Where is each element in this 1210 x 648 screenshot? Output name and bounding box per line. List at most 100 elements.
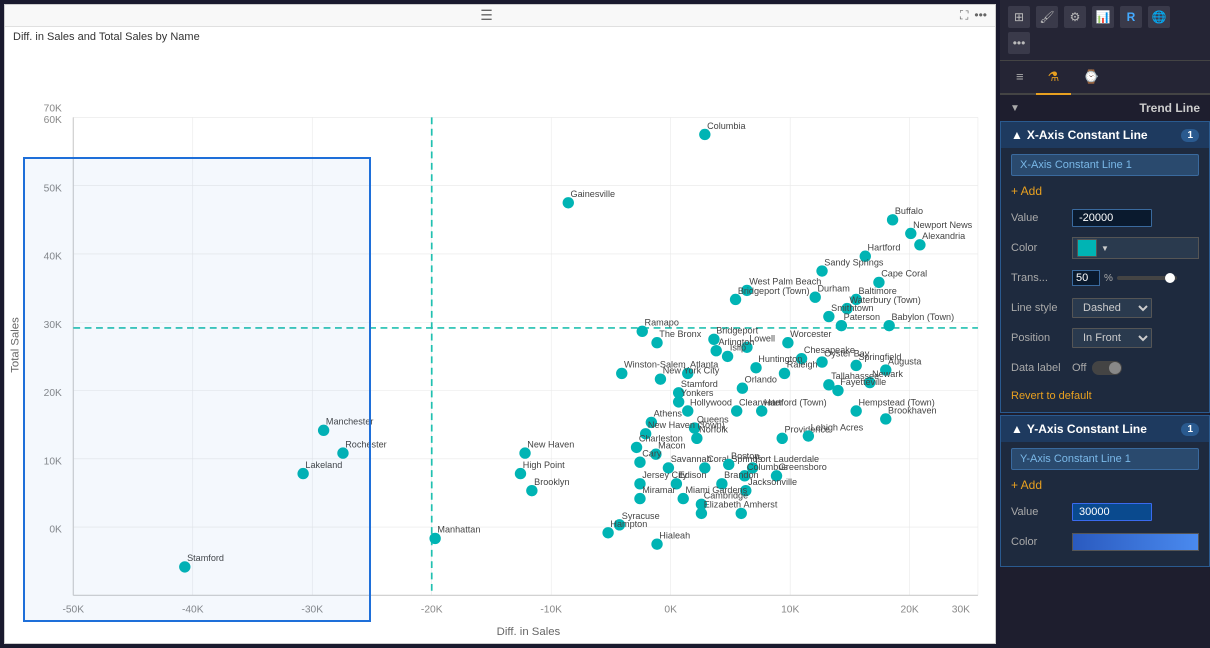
svg-text:Fayetteville: Fayetteville (840, 377, 886, 387)
svg-text:Sandy Springs: Sandy Springs (824, 257, 884, 267)
x-axis-header[interactable]: ▲ X-Axis Constant Line 1 (1001, 122, 1209, 148)
y-axis-body: Y-Axis Constant Line 1 + Add Value Color (1001, 442, 1209, 566)
x-add-button[interactable]: + Add (1011, 182, 1042, 200)
y-color-swatch-wrapper (1072, 533, 1199, 551)
svg-text:Manchester: Manchester (326, 417, 374, 427)
svg-text:Worcester: Worcester (790, 329, 831, 339)
position-wrapper: In Front Behind (1072, 328, 1199, 348)
filter-icon[interactable]: ⚙ (1064, 6, 1086, 28)
tab-analytics[interactable]: ⚗ (1036, 61, 1072, 95)
y-color-swatch[interactable] (1072, 533, 1199, 551)
svg-text:0K: 0K (664, 604, 677, 615)
svg-text:Diff. in Sales: Diff. in Sales (497, 626, 561, 638)
transparency-row: Trans... % (1011, 266, 1199, 290)
x-line-name-button[interactable]: X-Axis Constant Line 1 (1011, 154, 1199, 176)
panel-tabs: ≡ ⚗ ⌚ (1000, 61, 1210, 95)
y-chevron-up-icon: ▲ (1011, 422, 1023, 436)
svg-text:0K: 0K (49, 525, 62, 536)
color-value-wrapper: ▼ (1072, 237, 1199, 259)
svg-text:Islip: Islip (730, 343, 746, 353)
svg-text:Brooklyn: Brooklyn (534, 477, 569, 487)
svg-text:Rochester: Rochester (345, 439, 386, 449)
chart-title: Diff. in Sales and Total Sales by Name (5, 27, 995, 47)
chevron-up-icon: ▲ (1011, 128, 1023, 142)
svg-text:Lakeland: Lakeland (305, 460, 342, 470)
svg-text:30K: 30K (44, 320, 62, 331)
value-input[interactable] (1072, 209, 1152, 227)
x-axis-badge: 1 (1181, 129, 1199, 142)
svg-text:30K: 30K (952, 604, 970, 615)
x-axis-section: ▲ X-Axis Constant Line 1 X-Axis Constant… (1000, 121, 1210, 413)
svg-text:Hartford: Hartford (868, 243, 901, 253)
data-label-toggle[interactable] (1092, 361, 1122, 375)
color-dropdown[interactable]: ▼ (1072, 237, 1199, 259)
svg-text:Athens: Athens (654, 409, 683, 419)
y-add-button[interactable]: + Add (1011, 476, 1042, 494)
y-value-input[interactable] (1072, 503, 1152, 521)
value-row: Value (1011, 206, 1199, 230)
right-panel: ⊞ 🖌 ⚙ 📊 R 🌐 ••• ≡ ⚗ ⌚ ▼ Trend Line (1000, 0, 1210, 648)
y-axis-section: ▲ Y-Axis Constant Line 1 Y-Axis Constant… (1000, 415, 1210, 567)
position-label: Position (1011, 332, 1066, 344)
panel-content: ▼ Trend Line ▲ X-Axis Constant Line 1 X-… (1000, 95, 1210, 648)
transparency-input[interactable] (1072, 270, 1100, 286)
grid-icon[interactable]: ⊞ (1008, 6, 1030, 28)
brush-icon[interactable]: 🖌 (1036, 6, 1058, 28)
top-icon-row-1: ⊞ 🖌 ⚙ 📊 R 🌐 (1008, 6, 1202, 28)
svg-text:Alexandria: Alexandria (922, 231, 966, 241)
svg-text:Greensboro: Greensboro (779, 462, 827, 472)
svg-text:Edison: Edison (679, 470, 707, 480)
scatter-plot: 0K 10K 20K 30K 40K 50K 60K 70K -50K -40K… (5, 47, 995, 643)
y-line-name-button[interactable]: Y-Axis Constant Line 1 (1011, 448, 1199, 470)
color-row: Color ▼ (1011, 236, 1199, 260)
svg-text:Columbia: Columbia (707, 121, 746, 131)
y-value-input-wrapper (1072, 503, 1199, 521)
svg-text:Brookhaven: Brookhaven (888, 405, 937, 415)
svg-text:Macon: Macon (658, 441, 685, 451)
trend-line-label: Trend Line (1139, 101, 1200, 115)
data-label-label: Data label (1011, 362, 1066, 374)
globe-icon[interactable]: 🌐 (1148, 6, 1170, 28)
hamburger-icon[interactable]: ☰ (480, 7, 493, 24)
svg-text:Bridgeport (Town): Bridgeport (Town) (738, 286, 810, 296)
transparency-control: % (1072, 270, 1199, 286)
svg-text:-10K: -10K (540, 604, 562, 615)
svg-text:Cape Coral: Cape Coral (881, 269, 927, 279)
chart-icon[interactable]: 📊 (1092, 6, 1114, 28)
tab-format[interactable]: ≡ (1004, 61, 1036, 93)
y-value-row: Value (1011, 500, 1199, 524)
svg-text:-20K: -20K (421, 604, 443, 615)
value-input-wrapper (1072, 209, 1199, 227)
line-style-select[interactable]: Dashed Solid Dotted (1072, 298, 1152, 318)
r-icon[interactable]: R (1120, 6, 1142, 28)
svg-text:Hialeah: Hialeah (659, 530, 690, 540)
svg-text:70K: 70K (44, 104, 62, 115)
more-icon-2[interactable]: ••• (1008, 32, 1030, 54)
chart-panel: ☰ ⛶ ••• Diff. in Sales and Total Sales b… (4, 4, 996, 644)
y-value-label: Value (1011, 506, 1066, 518)
expand-icon[interactable]: ⛶ (960, 8, 968, 23)
percent-sign: % (1104, 273, 1113, 284)
y-axis-header[interactable]: ▲ Y-Axis Constant Line 1 (1001, 416, 1209, 442)
svg-text:50K: 50K (44, 183, 62, 194)
svg-text:Manhattan: Manhattan (437, 525, 480, 535)
transparency-label: Trans... (1011, 272, 1066, 284)
svg-text:60K: 60K (44, 115, 62, 126)
svg-text:Elizabeth: Elizabeth (704, 500, 741, 510)
svg-text:Durham: Durham (817, 284, 849, 294)
position-select[interactable]: In Front Behind (1072, 328, 1152, 348)
svg-text:Ramapo: Ramapo (645, 318, 679, 328)
svg-text:The Bronx: The Bronx (659, 329, 701, 339)
transparency-slider[interactable] (1117, 276, 1177, 280)
trend-line-section[interactable]: ▼ Trend Line (1000, 95, 1210, 121)
more-icon[interactable]: ••• (974, 8, 987, 23)
svg-text:Hartford (Town): Hartford (Town) (764, 397, 827, 407)
revert-link[interactable]: Revert to default (1011, 386, 1199, 406)
data-label-row: Data label Off (1011, 356, 1199, 380)
svg-text:Orlando: Orlando (745, 375, 777, 385)
toggle-knob (1109, 362, 1121, 374)
color-swatch (1077, 239, 1097, 257)
tab-settings[interactable]: ⌚ (1071, 61, 1111, 93)
svg-text:10K: 10K (781, 604, 799, 615)
x-axis-body: X-Axis Constant Line 1 + Add Value Color (1001, 148, 1209, 412)
